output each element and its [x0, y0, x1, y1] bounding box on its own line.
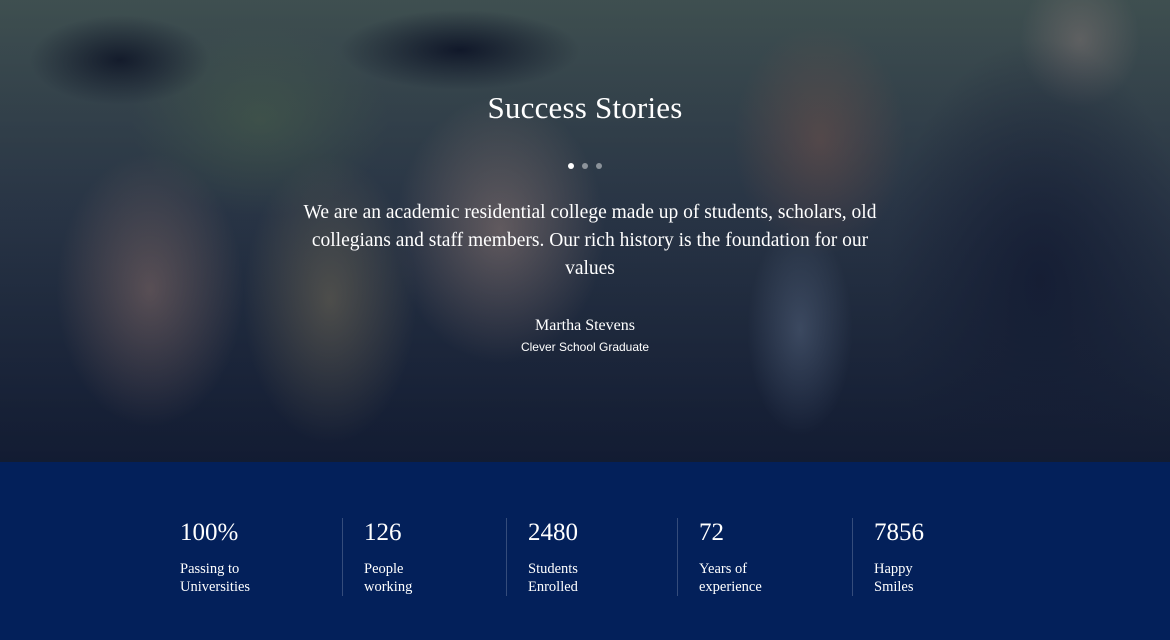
slider-dot-1[interactable]	[568, 163, 574, 169]
stats-bar: 100% Passing to Universities 126 People …	[0, 462, 1170, 640]
stat-label: Happy Smiles	[874, 561, 914, 595]
stat-label: Passing to Universities	[180, 561, 251, 595]
stat-item: 7856 Happy Smiles	[874, 518, 934, 598]
stat-divider	[677, 518, 678, 596]
slider-dot-2[interactable]	[582, 163, 588, 169]
testimonial-author-role: Clever School Graduate	[520, 340, 650, 354]
stat-value: 2480	[528, 519, 578, 546]
stat-item: 126 People working	[364, 518, 424, 598]
stat-label: People working	[364, 561, 413, 595]
stat-label: Years of experience	[699, 561, 762, 595]
stat-item: 2480 Students Enrolled	[528, 518, 598, 598]
stat-item: 100% Passing to Universities	[180, 518, 290, 598]
testimonial-quote: We are an academic residential college m…	[303, 202, 877, 279]
testimonial-content: Success Stories We are an academic resid…	[0, 0, 1170, 462]
stat-value: 126	[364, 519, 402, 546]
testimonials-section: Success Stories We are an academic resid…	[0, 0, 1170, 462]
stat-value: 100%	[180, 519, 239, 546]
testimonial-author-name: Martha Stevens	[535, 317, 635, 334]
slider-dot-3[interactable]	[596, 163, 602, 169]
stat-value: 72	[699, 519, 724, 546]
stat-label: Students Enrolled	[528, 561, 578, 595]
section-title: Success Stories	[487, 90, 683, 125]
stat-divider	[852, 518, 853, 596]
stat-divider	[506, 518, 507, 596]
stat-item: 72 Years of experience	[699, 518, 779, 598]
slider-dots	[0, 163, 1170, 169]
stat-divider	[342, 518, 343, 596]
stat-value: 7856	[874, 519, 924, 546]
